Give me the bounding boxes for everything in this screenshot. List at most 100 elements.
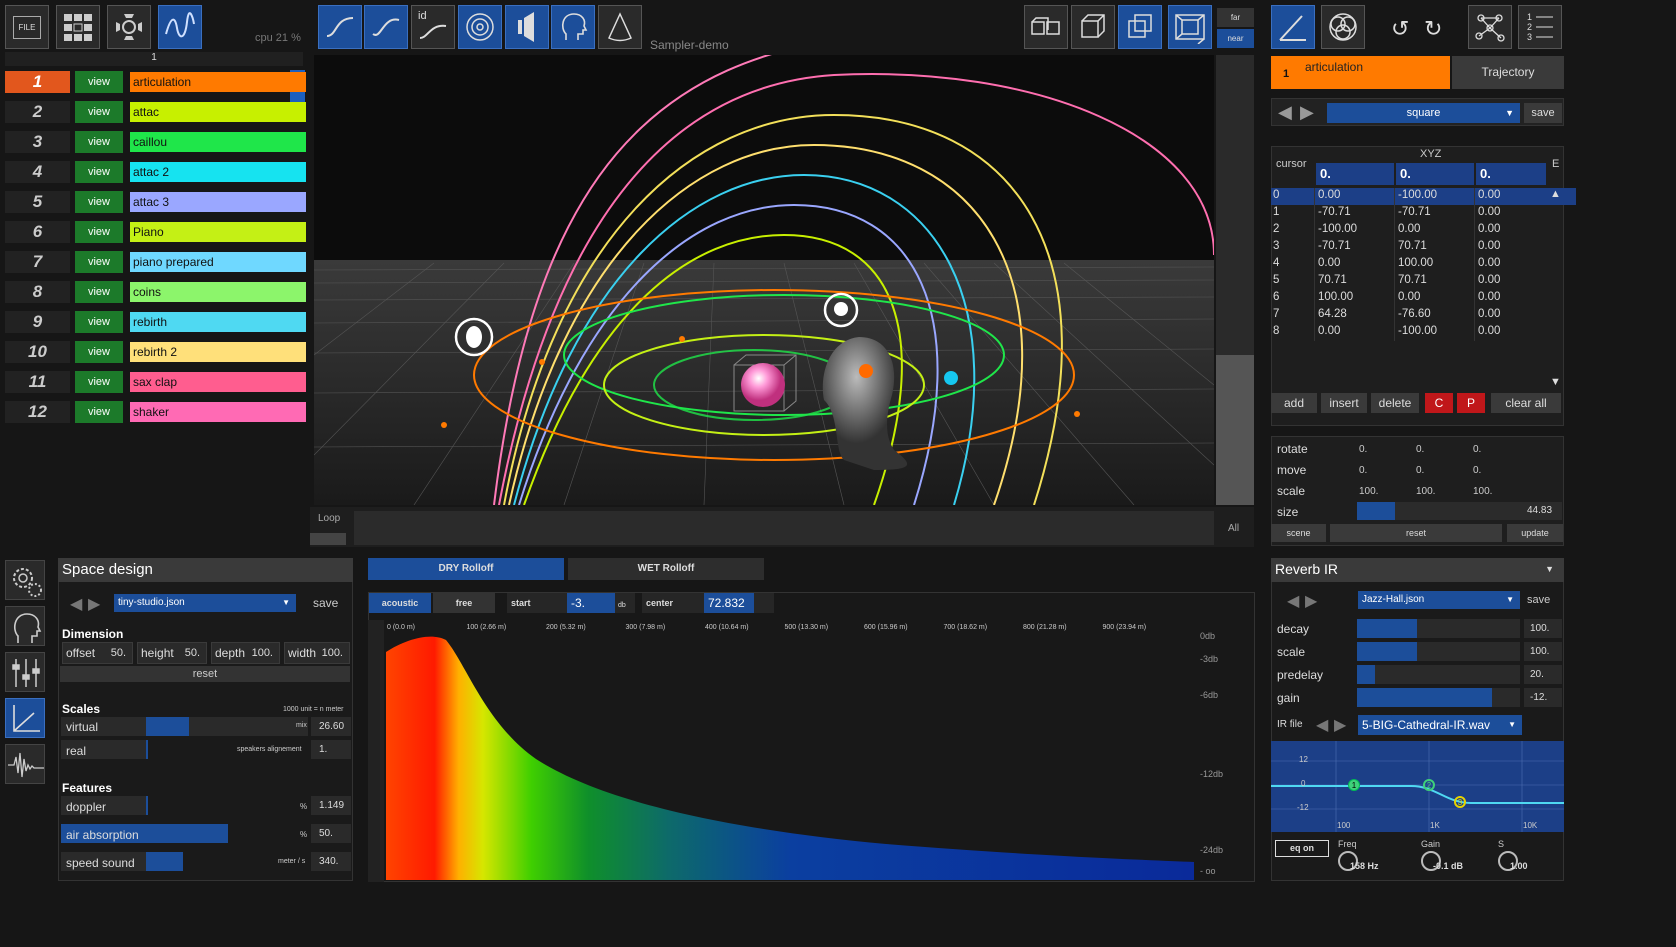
reverb-param-value[interactable]: -12. — [1524, 688, 1562, 707]
track-number[interactable]: 6 — [5, 221, 70, 243]
redo-icon[interactable]: ↻ — [1424, 16, 1442, 42]
mix-value[interactable]: 26.60 — [311, 717, 351, 736]
ir-file-select[interactable]: 5-BIG-Cathedral-IR.wav ▼ — [1358, 715, 1522, 735]
trajectory-button[interactable] — [158, 5, 202, 49]
track-name[interactable]: Piano — [130, 222, 306, 242]
track-name[interactable]: coins — [130, 282, 306, 302]
track-view-button[interactable]: view — [75, 191, 123, 213]
view-boxes-button[interactable] — [1024, 5, 1068, 49]
track-view-button[interactable]: view — [75, 401, 123, 423]
reverb-param-value[interactable]: 100. — [1524, 642, 1562, 661]
track-view-button[interactable]: view — [75, 251, 123, 273]
view-curve2-button[interactable] — [364, 5, 408, 49]
far-button[interactable]: far — [1217, 8, 1254, 27]
undo-icon[interactable]: ↺ — [1391, 16, 1409, 42]
track-view-button[interactable]: view — [75, 371, 123, 393]
track-view-button[interactable]: view — [75, 131, 123, 153]
track-row[interactable]: 1 view articulation — [5, 71, 306, 93]
dimension-field[interactable]: depth 100. — [211, 642, 280, 664]
eq-graph[interactable]: 12 0 -12 100 1K 10K 1 2 3 — [1271, 741, 1564, 832]
transform-value[interactable]: 100. — [1416, 486, 1468, 497]
network-button[interactable] — [1468, 5, 1512, 49]
xyz-row[interactable]: 5 70.71 70.71 0.00 — [1271, 273, 1576, 290]
reverb-file-select[interactable]: Jazz-Hall.json ▼ — [1358, 591, 1520, 609]
transform-value[interactable]: 0. — [1416, 465, 1468, 476]
trajectory-tab[interactable]: Trajectory — [1452, 56, 1564, 89]
reverb-header[interactable]: Reverb IR ▼ — [1271, 558, 1564, 582]
reverb-param-slider[interactable] — [1357, 619, 1520, 638]
source-sphere-1[interactable] — [466, 326, 482, 348]
xyz-row[interactable]: 7 64.28 -76.60 0.00 — [1271, 307, 1576, 324]
clear-all-button[interactable]: clear all — [1491, 393, 1561, 413]
air-absorption-value[interactable]: 50. — [311, 824, 351, 843]
view-rings-button[interactable] — [458, 5, 502, 49]
rolloff-curve[interactable] — [386, 634, 1194, 880]
xyz-row[interactable]: 1 -70.71 -70.71 0.00 — [1271, 205, 1576, 222]
waveform-button[interactable] — [5, 744, 45, 784]
loop-toggle[interactable] — [310, 533, 346, 545]
track-view-button[interactable]: view — [75, 161, 123, 183]
selected-source-sphere[interactable] — [741, 363, 785, 407]
transform-value[interactable]: 100. — [1359, 486, 1411, 497]
source-cyan-dot[interactable] — [944, 371, 958, 385]
track-row[interactable]: 10 view rebirth 2 — [5, 341, 306, 363]
eq-node-3[interactable]: 3 — [1454, 796, 1466, 808]
reverb-save-button[interactable]: save — [1527, 594, 1550, 606]
prev-shape-icon[interactable]: ◀ — [1278, 102, 1292, 123]
eq-node-1[interactable]: 1 — [1348, 779, 1360, 791]
track-number[interactable]: 3 — [5, 131, 70, 153]
center-value[interactable]: 72.832 — [704, 593, 754, 613]
track-row[interactable]: 9 view rebirth — [5, 311, 306, 333]
scroll-up-icon[interactable]: ▲ — [1550, 188, 1561, 200]
speakers-value[interactable]: 1. — [311, 740, 351, 759]
track-view-button[interactable]: view — [75, 221, 123, 243]
delete-point-button[interactable]: delete — [1371, 393, 1419, 413]
mixer-button[interactable] — [5, 652, 45, 692]
graph-button[interactable] — [5, 698, 45, 738]
settings-button[interactable] — [5, 560, 45, 600]
track-name[interactable]: attac 2 — [130, 162, 306, 182]
all-button[interactable]: All — [1228, 523, 1239, 534]
near-button[interactable]: near — [1217, 29, 1254, 48]
track-view-button[interactable]: view — [75, 71, 123, 93]
shape-save-button[interactable]: save — [1524, 103, 1562, 123]
track-row[interactable]: 2 view attac — [5, 101, 306, 123]
track-number[interactable]: 2 — [5, 101, 70, 123]
track-row[interactable]: 5 view attac 3 — [5, 191, 306, 213]
3d-viewport[interactable] — [314, 55, 1214, 505]
track-number[interactable]: 5 — [5, 191, 70, 213]
start-value[interactable]: -3. — [567, 593, 615, 613]
track-number[interactable]: 9 — [5, 311, 70, 333]
tracks-grid-button[interactable] — [56, 5, 100, 49]
track-name[interactable]: rebirth 2 — [130, 342, 306, 362]
prev-space-icon[interactable]: ◀ — [70, 594, 82, 614]
next-space-icon[interactable]: ▶ — [88, 594, 100, 614]
source-sphere-2[interactable] — [834, 302, 848, 316]
transform-value[interactable]: 0. — [1473, 465, 1525, 476]
add-point-button[interactable]: add — [1271, 393, 1317, 413]
track-row[interactable]: 12 view shaker — [5, 401, 306, 423]
p-button[interactable]: P — [1457, 393, 1485, 413]
space-file-select[interactable]: tiny-studio.json ▼ — [114, 594, 296, 612]
circles-button[interactable] — [1321, 5, 1365, 49]
zoom-scrollbar[interactable] — [1216, 55, 1254, 505]
track-number[interactable]: 1 — [5, 71, 70, 93]
track-row[interactable]: 4 view attac 2 — [5, 161, 306, 183]
track-view-button[interactable]: view — [75, 281, 123, 303]
track-row[interactable]: 6 view Piano — [5, 221, 306, 243]
shape-select[interactable]: square ▼ — [1327, 103, 1520, 123]
track-name[interactable]: sax clap — [130, 372, 306, 392]
wet-rolloff-tab[interactable]: WET Rolloff — [568, 558, 764, 580]
dimension-field[interactable]: height 50. — [137, 642, 207, 664]
eq-on-button[interactable]: eq on — [1275, 840, 1329, 857]
view-wirecube-button[interactable] — [1118, 5, 1162, 49]
list-numbered-button[interactable]: 123 — [1518, 5, 1562, 49]
track-name[interactable]: caillou — [130, 132, 306, 152]
track-row[interactable]: 11 view sax clap — [5, 371, 306, 393]
track-name[interactable]: rebirth — [130, 312, 306, 332]
dimension-field[interactable]: offset 50. — [62, 642, 133, 664]
speakers-button[interactable] — [107, 5, 151, 49]
eq-node-2[interactable]: 2 — [1423, 779, 1435, 791]
track-row[interactable]: 7 view piano prepared — [5, 251, 306, 273]
track-view-button[interactable]: view — [75, 341, 123, 363]
